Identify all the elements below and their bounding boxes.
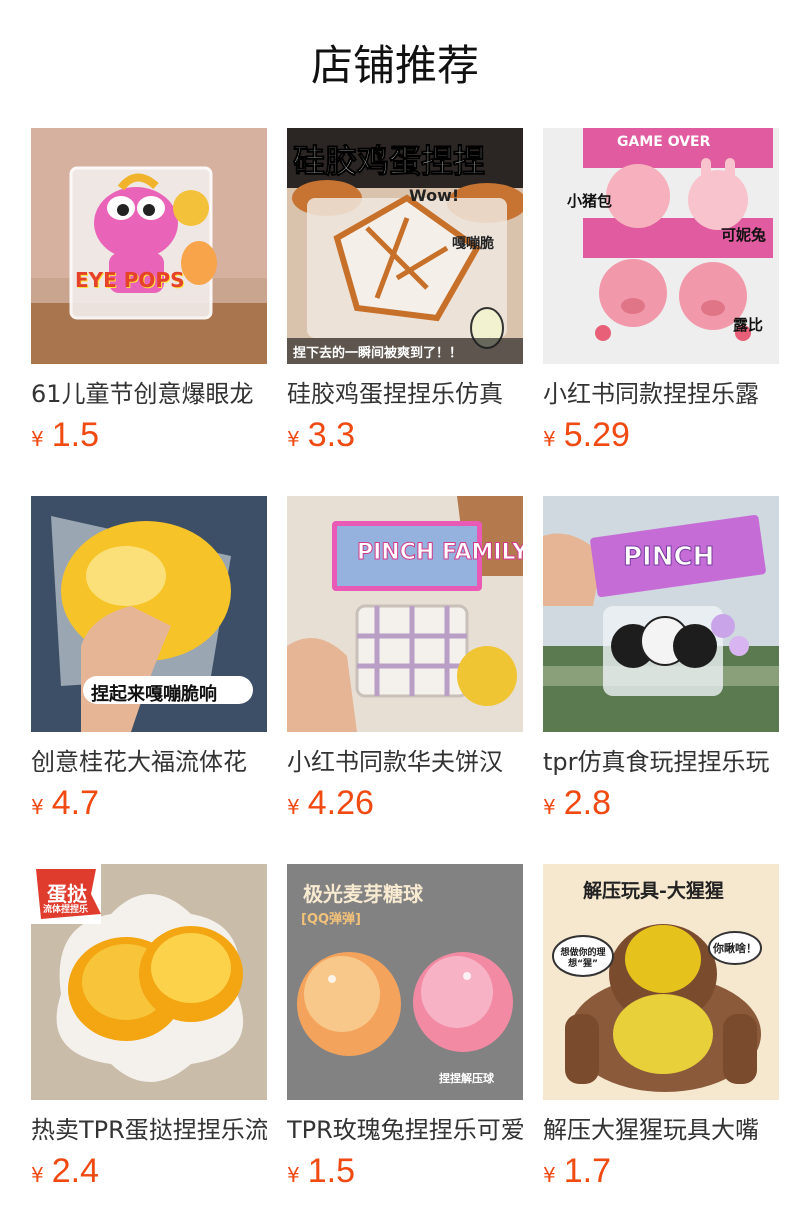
- price-currency: ¥: [31, 427, 44, 451]
- product-image-text: PINCH: [622, 542, 715, 573]
- price-amount: 3.3: [307, 416, 355, 454]
- product-card[interactable]: PINCH FAMILY 小红书同款华夫饼汉 ¥ 4.26: [287, 496, 523, 864]
- product-price: ¥ 1.5: [31, 416, 267, 460]
- product-image[interactable]: 极光麦芽糖球 [QQ弹弹] 捏捏解压球: [287, 864, 523, 1100]
- product-image-text: 你瞅啥！: [713, 942, 757, 955]
- product-price: ¥ 2.8: [543, 784, 779, 828]
- product-image-text: 流体捏捏乐: [43, 905, 89, 915]
- product-image-art: [287, 496, 523, 732]
- product-image[interactable]: PINCH: [543, 496, 779, 732]
- product-image[interactable]: 解压玩具-大猩猩 想做你的理想“猩” 你瞅啥！: [543, 864, 779, 1100]
- price-currency: ¥: [31, 1163, 44, 1187]
- product-name[interactable]: TPR玫瑰兔捏捏乐可爱: [287, 1114, 523, 1146]
- product-image-text: 露比: [733, 316, 764, 334]
- product-image-art: [543, 496, 779, 732]
- product-price: ¥ 2.4: [31, 1152, 267, 1196]
- product-image-text: 可妮兔: [721, 226, 767, 244]
- product-price: ¥ 1.7: [543, 1152, 779, 1196]
- product-image[interactable]: EYE POPS: [31, 128, 267, 364]
- product-image-text: 想做你的理想“猩”: [560, 948, 606, 969]
- product-price: ¥ 1.5: [287, 1152, 523, 1196]
- product-card[interactable]: 捏起来嘎嘣脆响 创意桂花大福流体花 ¥ 4.7: [31, 496, 267, 864]
- price-amount: 1.5: [307, 1152, 355, 1190]
- product-name[interactable]: 硅胶鸡蛋捏捏乐仿真: [287, 378, 523, 410]
- product-image-text: PINCH FAMILY: [356, 540, 523, 566]
- product-name[interactable]: 61儿童节创意爆眼龙: [31, 378, 267, 410]
- price-amount: 4.7: [51, 784, 99, 822]
- product-price: ¥ 5.29: [543, 416, 779, 460]
- price-currency: ¥: [287, 795, 300, 819]
- product-image[interactable]: 蛋挞 流体捏捏乐: [31, 864, 267, 1100]
- price-currency: ¥: [287, 1163, 300, 1187]
- product-name[interactable]: 创意桂花大福流体花: [31, 746, 267, 778]
- product-name[interactable]: 解压大猩猩玩具大嘴: [543, 1114, 779, 1146]
- product-image-text: 极光麦芽糖球: [303, 882, 423, 906]
- product-grid: EYE POPS 61儿童节创意爆眼龙 ¥ 1.5 硅胶鸡蛋捏捏 Wow! 嘎嘣…: [31, 128, 781, 1232]
- product-image[interactable]: GAME OVER 小猪包 可妮兔 露比: [543, 128, 779, 364]
- product-card[interactable]: 硅胶鸡蛋捏捏 Wow! 嘎嘣脆 捏下去的一瞬间被爽到了！！ 硅胶鸡蛋捏捏乐仿真 …: [287, 128, 523, 496]
- product-name[interactable]: 小红书同款华夫饼汉: [287, 746, 523, 778]
- product-card[interactable]: 极光麦芽糖球 [QQ弹弹] 捏捏解压球 TPR玫瑰兔捏捏乐可爱 ¥ 1.5: [287, 864, 523, 1232]
- product-image-art: [31, 128, 267, 364]
- product-name[interactable]: 热卖TPR蛋挞捏捏乐流: [31, 1114, 267, 1146]
- product-card[interactable]: 蛋挞 流体捏捏乐 热卖TPR蛋挞捏捏乐流 ¥ 2.4: [31, 864, 267, 1232]
- product-image[interactable]: 捏起来嘎嘣脆响: [31, 496, 267, 732]
- product-image[interactable]: PINCH FAMILY: [287, 496, 523, 732]
- price-currency: ¥: [543, 427, 556, 451]
- product-price: ¥ 4.7: [31, 784, 267, 828]
- product-name[interactable]: 小红书同款捏捏乐露: [543, 378, 779, 410]
- price-amount: 1.7: [563, 1152, 611, 1190]
- product-price: ¥ 4.26: [287, 784, 523, 828]
- product-image-text: [QQ弹弹]: [301, 912, 361, 927]
- price-currency: ¥: [287, 427, 300, 451]
- product-card[interactable]: 解压玩具-大猩猩 想做你的理想“猩” 你瞅啥！ 解压大猩猩玩具大嘴 ¥ 1.7: [543, 864, 779, 1232]
- product-image-text: 小猪包: [567, 192, 613, 210]
- price-amount: 5.29: [563, 416, 630, 454]
- product-image-text: GAME OVER: [617, 134, 711, 150]
- product-name[interactable]: tpr仿真食玩捏捏乐玩: [543, 746, 779, 778]
- product-image-text: 捏起来嘎嘣脆响: [91, 684, 217, 705]
- product-card[interactable]: PINCH tpr仿真食玩捏捏乐玩 ¥ 2.8: [543, 496, 779, 864]
- price-amount: 4.26: [307, 784, 374, 822]
- product-image-text: Wow!: [409, 186, 460, 205]
- price-currency: ¥: [31, 795, 44, 819]
- product-image[interactable]: 硅胶鸡蛋捏捏 Wow! 嘎嘣脆 捏下去的一瞬间被爽到了！！: [287, 128, 523, 364]
- product-card[interactable]: GAME OVER 小猪包 可妮兔 露比 小红书同款捏捏乐露 ¥ 5.29: [543, 128, 779, 496]
- page-title: 店铺推荐: [310, 41, 479, 90]
- product-image-text: 解压玩具-大猩猩: [583, 880, 724, 902]
- product-image-text: 捏下去的一瞬间被爽到了！！: [293, 346, 463, 361]
- price-amount: 2.8: [563, 784, 611, 822]
- product-image-text: 硅胶鸡蛋捏捏: [292, 142, 486, 181]
- price-amount: 2.4: [51, 1152, 99, 1190]
- price-currency: ¥: [543, 795, 556, 819]
- product-price: ¥ 3.3: [287, 416, 523, 460]
- price-currency: ¥: [543, 1163, 556, 1187]
- price-amount: 1.5: [51, 416, 99, 454]
- product-image-text: 嘎嘣脆: [452, 236, 494, 252]
- product-image-text: EYE POPS: [75, 268, 185, 292]
- product-image-text: 捏捏解压球: [439, 1072, 494, 1085]
- product-card[interactable]: EYE POPS 61儿童节创意爆眼龙 ¥ 1.5: [31, 128, 267, 496]
